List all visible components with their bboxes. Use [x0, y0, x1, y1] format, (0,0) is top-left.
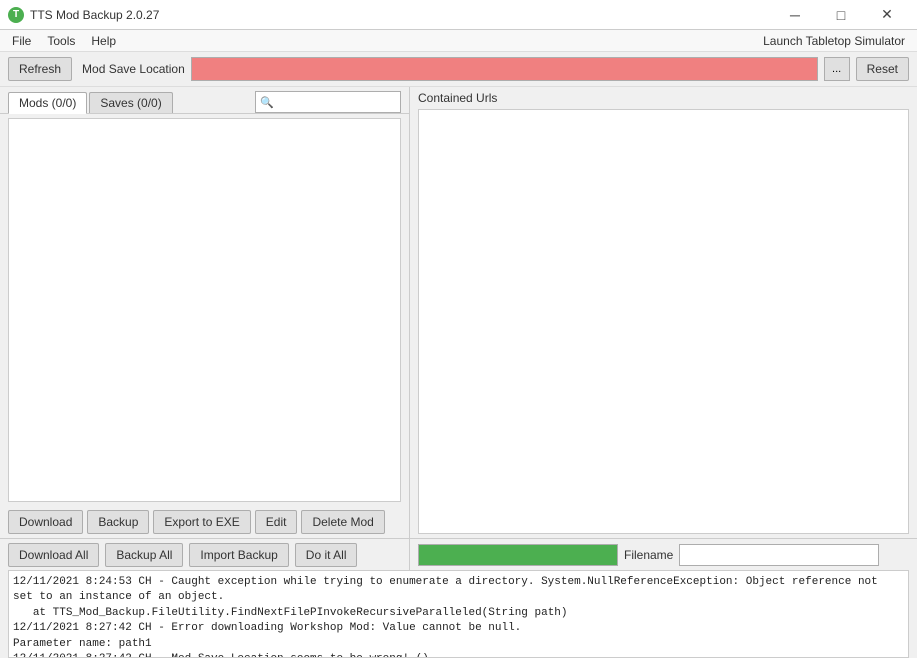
menu-help[interactable]: Help: [83, 32, 124, 50]
contained-urls-label: Contained Urls: [410, 87, 917, 109]
main-content: Mods (0/0) Saves (0/0) 🔍 Download Backup…: [0, 87, 917, 570]
toolbar: Refresh Mod Save Location ... Reset: [0, 52, 917, 87]
mods-list: [8, 118, 401, 502]
action-buttons: Download Backup Export to EXE Edit Delet…: [0, 506, 409, 538]
tab-mods[interactable]: Mods (0/0): [8, 92, 87, 114]
tabs-row: Mods (0/0) Saves (0/0) 🔍: [0, 87, 409, 114]
log-line-4: 12/11/2021 8:27:42 CH - Mod Save Locatio…: [13, 652, 904, 658]
menu-file[interactable]: File: [4, 32, 39, 50]
backup-all-button[interactable]: Backup All: [105, 543, 183, 567]
bottom-bar-right: Filename: [410, 538, 917, 570]
do-it-all-button[interactable]: Do it All: [295, 543, 358, 567]
maximize-button[interactable]: □: [819, 0, 863, 30]
edit-button[interactable]: Edit: [255, 510, 298, 534]
tab-saves[interactable]: Saves (0/0): [89, 92, 172, 113]
app-title: TTS Mod Backup 2.0.27: [30, 8, 159, 22]
minimize-button[interactable]: ─: [773, 0, 817, 30]
delete-mod-button[interactable]: Delete Mod: [301, 510, 384, 534]
menu-tools[interactable]: Tools: [39, 32, 83, 50]
search-box: 🔍: [255, 91, 401, 113]
filename-label: Filename: [624, 548, 673, 562]
mod-save-input[interactable]: [191, 57, 818, 81]
filename-input[interactable]: [679, 544, 879, 566]
browse-button[interactable]: ...: [824, 57, 850, 81]
log-line-0: 12/11/2021 8:24:53 CH - Caught exception…: [13, 575, 904, 606]
close-button[interactable]: ✕: [865, 0, 909, 30]
title-bar-left: T TTS Mod Backup 2.0.27: [8, 7, 159, 23]
import-backup-button[interactable]: Import Backup: [189, 543, 288, 567]
export-exe-button[interactable]: Export to EXE: [153, 510, 250, 534]
launch-tts-label: Launch Tabletop Simulator: [763, 34, 913, 48]
urls-list: [418, 109, 909, 534]
reset-button[interactable]: Reset: [856, 57, 909, 81]
mod-save-label: Mod Save Location: [82, 62, 185, 76]
download-button[interactable]: Download: [8, 510, 83, 534]
title-bar: T TTS Mod Backup 2.0.27 ─ □ ✕: [0, 0, 917, 30]
bottom-bar-left: Download All Backup All Import Backup Do…: [0, 538, 409, 570]
refresh-button[interactable]: Refresh: [8, 57, 72, 81]
menu-bar: File Tools Help Launch Tabletop Simulato…: [0, 30, 917, 52]
progress-bar-container: [418, 544, 618, 566]
log-line-3: Parameter name: path1: [13, 637, 904, 652]
log-area: 12/11/2021 8:24:53 CH - Caught exception…: [8, 570, 909, 658]
title-bar-controls: ─ □ ✕: [773, 0, 909, 30]
app-icon: T: [8, 7, 24, 23]
search-icon: 🔍: [260, 96, 274, 109]
right-panel: Contained Urls Filename: [410, 87, 917, 570]
progress-bar-fill: [419, 545, 617, 565]
log-line-1: at TTS_Mod_Backup.FileUtility.FindNextFi…: [13, 606, 904, 621]
left-panel: Mods (0/0) Saves (0/0) 🔍 Download Backup…: [0, 87, 410, 570]
search-input[interactable]: [276, 95, 396, 109]
backup-button[interactable]: Backup: [87, 510, 149, 534]
log-line-2: 12/11/2021 8:27:42 CH - Error downloadin…: [13, 621, 904, 636]
download-all-button[interactable]: Download All: [8, 543, 99, 567]
